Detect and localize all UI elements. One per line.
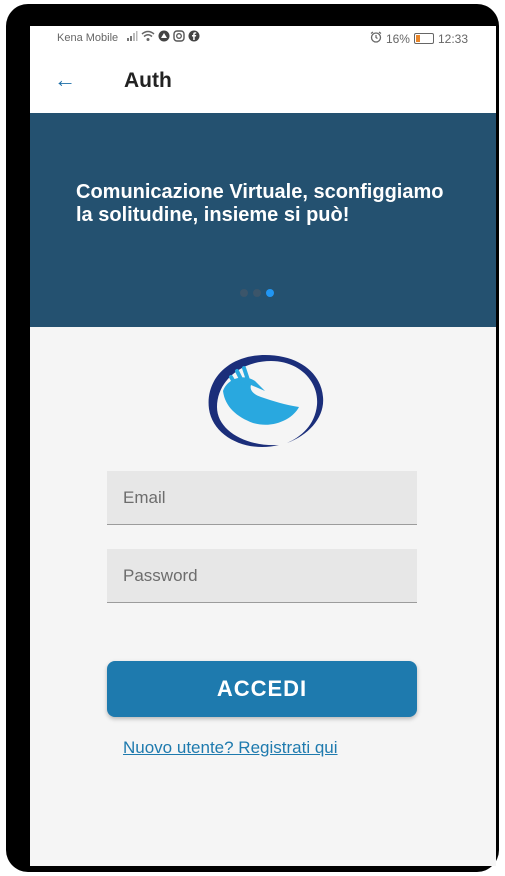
notification-icon bbox=[158, 30, 170, 45]
carrier-name: Kena Mobile bbox=[57, 32, 119, 44]
status-bar: Kena Mobile 16% 12:33 bbox=[30, 26, 496, 52]
carousel-dot[interactable] bbox=[240, 289, 248, 297]
email-input[interactable] bbox=[107, 471, 417, 524]
battery-icon bbox=[413, 33, 434, 44]
register-link[interactable]: Nuovo utente? Registrati qui bbox=[123, 738, 338, 758]
alarm-icon bbox=[370, 31, 382, 46]
status-icons bbox=[126, 30, 200, 45]
instagram-icon bbox=[173, 30, 185, 45]
login-button[interactable]: ACCEDI bbox=[107, 661, 417, 717]
wifi-icon bbox=[141, 30, 155, 45]
password-input[interactable] bbox=[107, 549, 417, 602]
carousel-dot[interactable] bbox=[253, 289, 261, 297]
hero-carousel[interactable]: Comunicazione Virtuale, sconfiggiamo la … bbox=[30, 113, 496, 327]
arrow-left-icon[interactable]: ← bbox=[54, 68, 76, 92]
battery-percent: 16% bbox=[385, 31, 410, 46]
carousel-slide-text: Comunicazione Virtuale, sconfiggiamo la … bbox=[76, 181, 444, 226]
signal-icon bbox=[126, 30, 138, 45]
clock: 12:33 bbox=[437, 31, 468, 46]
password-field[interactable] bbox=[107, 549, 417, 603]
screen: Kena Mobile 16% 12:33 ← Auth Comunicazio… bbox=[30, 26, 496, 866]
carousel-dot-active[interactable] bbox=[266, 289, 274, 297]
status-right: 16% 12:33 bbox=[370, 31, 468, 46]
carousel-indicator bbox=[240, 289, 274, 297]
email-field[interactable] bbox=[107, 471, 417, 525]
facebook-icon bbox=[188, 30, 200, 45]
hand-logo-icon bbox=[203, 351, 327, 451]
phone-frame: Kena Mobile 16% 12:33 ← Auth Comunicazio… bbox=[6, 4, 499, 872]
page-title: Auth bbox=[124, 69, 172, 92]
app-bar: ← Auth bbox=[30, 52, 496, 113]
